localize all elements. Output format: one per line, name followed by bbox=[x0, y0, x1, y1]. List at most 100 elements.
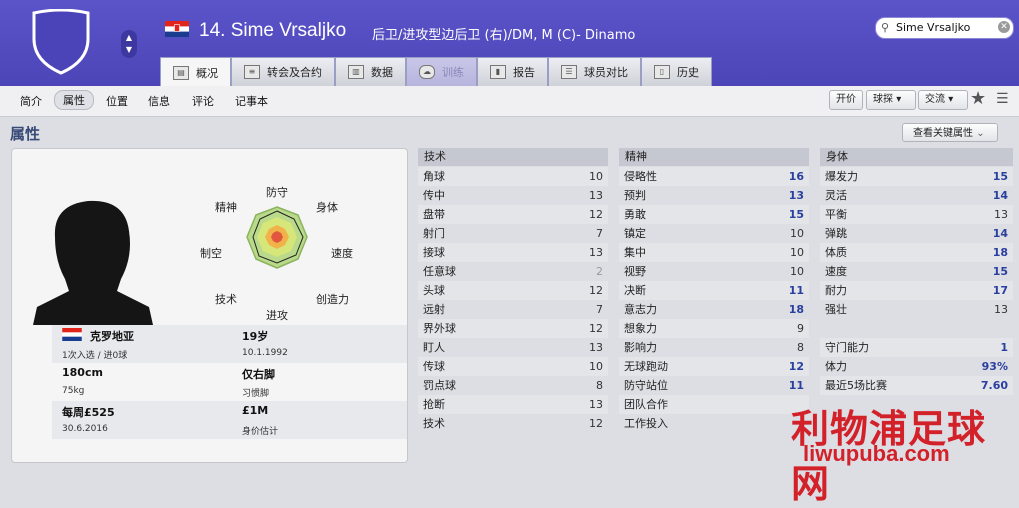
attribute-name: 技术 bbox=[423, 417, 445, 430]
key-attributes-button[interactable]: 查看关键属性 ⌄ bbox=[902, 123, 998, 142]
attribute-value: 11 bbox=[788, 379, 804, 392]
attribute-row[interactable]: 体质 18 bbox=[820, 243, 1013, 262]
attribute-row[interactable]: 弹跳 14 bbox=[820, 224, 1013, 243]
subnav-positions[interactable]: 位置 bbox=[106, 93, 128, 109]
attribute-row[interactable]: 罚点球 8 bbox=[418, 376, 608, 395]
attribute-value: 13 bbox=[589, 246, 603, 259]
attribute-row[interactable]: 界外球 12 bbox=[418, 319, 608, 338]
attribute-name: 弹跳 bbox=[825, 227, 847, 240]
subnav-overview[interactable]: 简介 bbox=[20, 93, 42, 109]
attribute-row[interactable]: 灵活 14 bbox=[820, 186, 1013, 205]
attribute-row[interactable]: 强壮 13 bbox=[820, 300, 1013, 319]
attribute-row[interactable]: 任意球 2 bbox=[418, 262, 608, 281]
attribute-name: 射门 bbox=[423, 227, 445, 240]
down-arrow-icon[interactable]: ▼ bbox=[121, 45, 137, 55]
attribute-row[interactable]: 防守站位 11 bbox=[619, 376, 809, 395]
subnav-attributes[interactable]: 属性 bbox=[54, 90, 94, 110]
attribute-value: 15 bbox=[788, 208, 804, 221]
star-icon[interactable]: ★ bbox=[970, 88, 986, 109]
attribute-row[interactable]: 抢断 13 bbox=[418, 395, 608, 414]
up-arrow-icon[interactable]: ▲ bbox=[121, 33, 137, 43]
tab-stats[interactable]: ▥ 数据 bbox=[335, 57, 406, 86]
radar-label-aerial: 制空 bbox=[200, 247, 222, 260]
search-input-value[interactable]: Sime Vrsaljko bbox=[896, 21, 970, 34]
radar-label-technique: 技术 bbox=[215, 293, 237, 306]
attribute-row[interactable]: 远射 7 bbox=[418, 300, 608, 319]
attribute-row[interactable]: 工作投入 bbox=[619, 414, 809, 433]
attribute-row[interactable]: 视野 10 bbox=[619, 262, 809, 281]
attribute-row[interactable]: 盘带 12 bbox=[418, 205, 608, 224]
attribute-row[interactable]: 技术 12 bbox=[418, 414, 608, 433]
chevron-down-icon: ⌄ bbox=[976, 128, 985, 139]
player-navigation-stepper[interactable]: ▲ ▼ bbox=[121, 30, 137, 58]
attribute-row[interactable]: 影响力 8 bbox=[619, 338, 809, 357]
subnav-comments[interactable]: 评论 bbox=[192, 93, 214, 109]
attribute-name: 影响力 bbox=[624, 341, 657, 354]
radar-label-speed: 速度 bbox=[331, 247, 353, 260]
tab-contract[interactable]: ≡ 转会及合约 bbox=[231, 57, 335, 86]
attribute-value: 14 bbox=[992, 227, 1008, 240]
attribute-value: 13 bbox=[994, 303, 1008, 316]
subnav-notes[interactable]: 记事本 bbox=[235, 93, 268, 109]
attribute-name: 抢断 bbox=[423, 398, 445, 411]
attribute-row[interactable]: 勇敢 15 bbox=[619, 205, 809, 224]
tab-label: 转会及合约 bbox=[267, 66, 322, 79]
watermark-logo: 利物浦足球网 liwupuba.com bbox=[783, 400, 1019, 506]
nationality[interactable]: 克罗地亚 bbox=[90, 328, 134, 344]
attribute-value: 10 bbox=[790, 246, 804, 259]
tab-compare[interactable]: ☰ 球员对比 bbox=[548, 57, 641, 86]
attribute-row[interactable]: 想象力 9 bbox=[619, 319, 809, 338]
attribute-row[interactable]: 耐力 17 bbox=[820, 281, 1013, 300]
contract-expiry: 30.6.2016 bbox=[62, 424, 108, 434]
attribute-row[interactable]: 意志力 18 bbox=[619, 300, 809, 319]
main-tabs: ▤ 概况 ≡ 转会及合约 ▥ 数据 ☁ 训练 ▮ 报告 ☰ 球员对比 ▯ 历史 bbox=[160, 57, 712, 87]
attribute-value: 12 bbox=[589, 284, 603, 297]
attribute-row[interactable]: 集中 10 bbox=[619, 243, 809, 262]
attribute-row[interactable]: 传中 13 bbox=[418, 186, 608, 205]
attribute-value: 17 bbox=[992, 284, 1008, 297]
attribute-name: 远射 bbox=[423, 303, 445, 316]
attribute-row[interactable]: 无球跑动 12 bbox=[619, 357, 809, 376]
interact-menu-button[interactable]: 交流 ▾ bbox=[918, 90, 968, 110]
attribute-row[interactable]: 团队合作 bbox=[619, 395, 809, 414]
attribute-row[interactable]: 接球 13 bbox=[418, 243, 608, 262]
radar-label-defending: 防守 bbox=[266, 186, 288, 199]
tab-report[interactable]: ▮ 报告 bbox=[477, 57, 548, 86]
add-list-icon[interactable]: ☰ bbox=[996, 91, 1009, 107]
attribute-value: 16 bbox=[788, 170, 804, 183]
attribute-row[interactable]: 速度 15 bbox=[820, 262, 1013, 281]
summary-name: 最近5场比赛 bbox=[825, 379, 887, 392]
tab-training[interactable]: ☁ 训练 bbox=[406, 57, 477, 86]
search-field[interactable]: ⚲ Sime Vrsaljko ✕ bbox=[875, 17, 1014, 39]
tab-overview[interactable]: ▤ 概况 bbox=[160, 57, 231, 87]
attribute-value: 10 bbox=[790, 265, 804, 278]
attribute-row[interactable]: 镇定 10 bbox=[619, 224, 809, 243]
attribute-name: 镇定 bbox=[624, 227, 646, 240]
value: £1M bbox=[242, 404, 269, 417]
attribute-row[interactable]: 侵略性 16 bbox=[619, 167, 809, 186]
attribute-value: 13 bbox=[589, 189, 603, 202]
attribute-row[interactable]: 头球 12 bbox=[418, 281, 608, 300]
attribute-value: 18 bbox=[992, 246, 1008, 259]
attribute-row[interactable]: 角球 10 bbox=[418, 167, 608, 186]
scout-menu-button[interactable]: 球探 ▾ bbox=[866, 90, 916, 110]
attribute-row[interactable]: 射门 7 bbox=[418, 224, 608, 243]
attribute-name: 耐力 bbox=[825, 284, 847, 297]
attribute-row[interactable]: 平衡 13 bbox=[820, 205, 1013, 224]
column-header: 精神 bbox=[619, 148, 809, 166]
subnav-info[interactable]: 信息 bbox=[148, 93, 170, 109]
attribute-row[interactable]: 决断 11 bbox=[619, 281, 809, 300]
croatia-flag-icon bbox=[62, 328, 82, 341]
search-icon: ⚲ bbox=[881, 21, 890, 34]
attribute-value: 10 bbox=[790, 227, 804, 240]
history-icon: ▯ bbox=[654, 65, 670, 79]
attribute-row[interactable]: 爆发力 15 bbox=[820, 167, 1013, 186]
attribute-row[interactable]: 预判 13 bbox=[619, 186, 809, 205]
attribute-name: 速度 bbox=[825, 265, 847, 278]
weight: 75kg bbox=[62, 386, 85, 396]
clear-search-icon[interactable]: ✕ bbox=[998, 21, 1010, 33]
tab-history[interactable]: ▯ 历史 bbox=[641, 57, 712, 86]
attribute-row[interactable]: 传球 10 bbox=[418, 357, 608, 376]
attribute-row[interactable]: 盯人 13 bbox=[418, 338, 608, 357]
make-offer-button[interactable]: 开价 bbox=[829, 90, 863, 110]
